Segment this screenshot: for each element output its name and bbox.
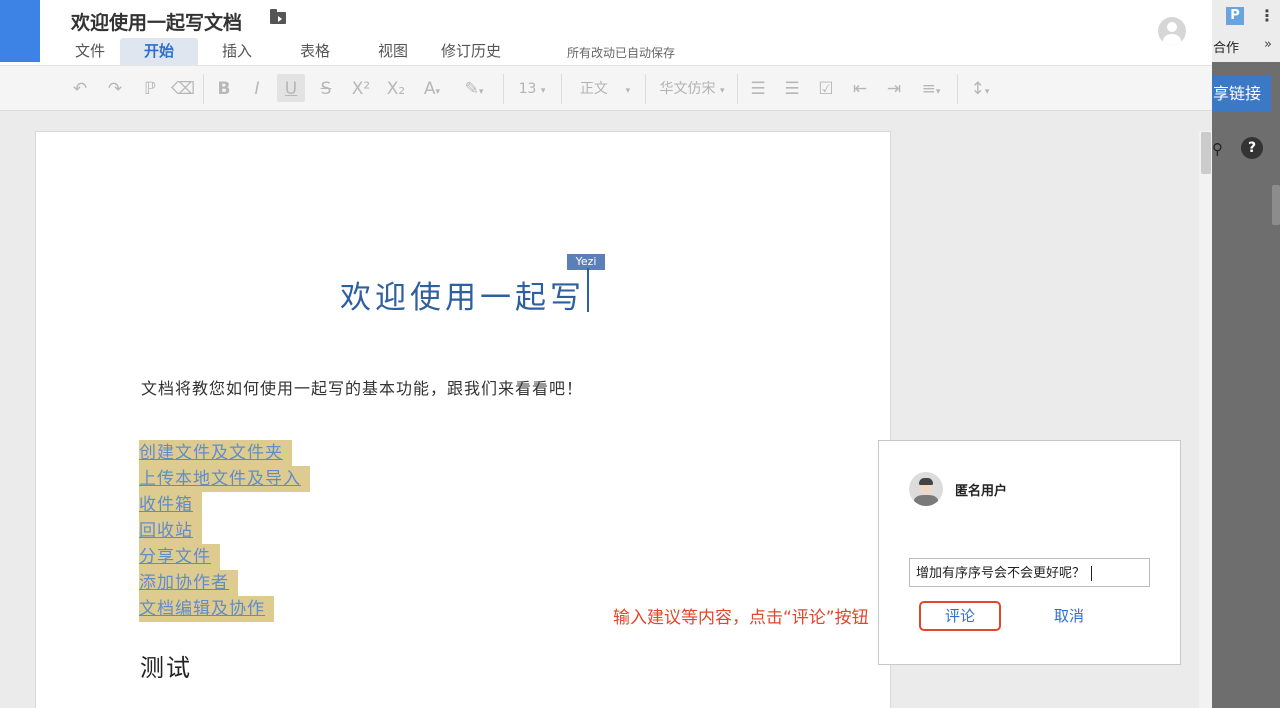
bold-icon[interactable]: B: [212, 66, 236, 112]
undo-icon[interactable]: ↶: [68, 66, 92, 112]
toolbar-divider: [957, 74, 958, 104]
doc-link-share-file[interactable]: 分享文件: [139, 544, 220, 570]
collaborate-label[interactable]: 合作: [1213, 37, 1239, 56]
doc-link-edit-collaborate[interactable]: 文档编辑及协作: [139, 596, 274, 622]
comment-input[interactable]: 增加有序序号会不会更好呢？: [909, 558, 1150, 587]
toolbar-divider: [561, 74, 562, 104]
subscript-icon[interactable]: X₂: [384, 66, 408, 112]
font-size-value: 13: [518, 81, 537, 97]
side-scrollbar-thumb[interactable]: [1272, 185, 1280, 225]
menu-table[interactable]: 表格: [276, 38, 354, 65]
top-bar: 欢迎使用一起写文档 文件 开始 插入 表格 视图 修订历史 所有改动已自动保存: [0, 0, 1212, 65]
outdent-icon[interactable]: ⇤: [848, 66, 872, 112]
redo-icon[interactable]: ↷: [103, 66, 127, 112]
strikethrough-icon[interactable]: S: [314, 66, 338, 112]
app-logo-tab[interactable]: [0, 0, 40, 62]
menu-view[interactable]: 视图: [354, 38, 432, 65]
text-cursor: [1091, 566, 1093, 582]
doc-title[interactable]: 欢迎使用一起写文档: [71, 8, 242, 35]
menu-home[interactable]: 开始: [120, 38, 198, 65]
commenter-name: 匿名用户: [955, 484, 1008, 499]
toolbar-divider: [645, 74, 646, 104]
editor-window: 欢迎使用一起写文档 文件 开始 插入 表格 视图 修订历史 所有改动已自动保存 …: [0, 0, 1212, 708]
clear-format-icon[interactable]: ⌫: [171, 66, 195, 112]
menu-bar: 文件 开始 插入 表格 视图 修订历史: [60, 38, 510, 65]
help-icon[interactable]: ?: [1241, 137, 1263, 159]
checkbox-icon[interactable]: ☑: [814, 66, 838, 112]
intro-paragraph[interactable]: 文档将教您如何使用一起写的基本功能，跟我们来看看吧！: [141, 375, 583, 399]
doc-link-create-folder[interactable]: 创建文件及文件夹: [139, 440, 292, 466]
doc-link-upload-import[interactable]: 上传本地文件及导入: [139, 466, 310, 492]
font-family-select[interactable]: 华文仿宋 ▾: [652, 66, 732, 112]
text-color-icon[interactable]: A▾: [414, 66, 450, 112]
instruction-annotation: 输入建议等内容，点击“评论”按钮: [613, 608, 869, 628]
doc-link-add-collaborator[interactable]: 添加协作者: [139, 570, 238, 596]
section-heading[interactable]: 测试: [140, 648, 192, 683]
format-toolbar: ↶ ↷ ℙ ⌫ B I U S X² X₂ A▾ ✎▾ 13 ▾ 正文 ▾ 华文…: [0, 65, 1212, 111]
comment-card: 匿名用户 增加有序序号会不会更好呢？ 评论 取消: [878, 440, 1181, 665]
scrollbar-thumb[interactable]: [1201, 132, 1211, 174]
superscript-icon[interactable]: X²: [349, 66, 373, 112]
menu-insert[interactable]: 插入: [198, 38, 276, 65]
font-family-value: 华文仿宋: [659, 81, 716, 97]
document-heading[interactable]: 欢迎使用一起写: [340, 272, 585, 317]
p-badge-icon[interactable]: P: [1226, 7, 1244, 25]
italic-icon[interactable]: I: [245, 66, 269, 112]
highlight-icon[interactable]: ✎▾: [456, 66, 492, 112]
commenter-avatar: [909, 472, 943, 506]
move-to-folder-icon[interactable]: [270, 9, 286, 24]
ordered-list-icon[interactable]: ☰: [746, 66, 770, 112]
share-link-button[interactable]: 享链接: [1212, 75, 1271, 112]
align-icon[interactable]: ≡▾: [913, 66, 949, 112]
menu-file[interactable]: 文件: [60, 38, 120, 65]
underline-icon[interactable]: U: [279, 66, 303, 112]
format-painter-icon[interactable]: ℙ: [138, 66, 162, 112]
autosave-status: 所有改动已自动保存: [567, 46, 676, 60]
bullet-list-icon[interactable]: ☰: [780, 66, 804, 112]
user-avatar[interactable]: [1158, 17, 1186, 45]
doc-link-inbox[interactable]: 收件箱: [139, 492, 202, 518]
expand-icon[interactable]: »: [1264, 37, 1272, 52]
collaborator-cursor-tag: Yezi: [567, 254, 605, 270]
indent-icon[interactable]: ⇥: [882, 66, 906, 112]
paragraph-style-select[interactable]: 正文 ▾: [570, 66, 640, 112]
font-size-select[interactable]: 13 ▾: [510, 66, 554, 112]
toolbar-divider: [203, 74, 204, 104]
toolbar-divider: [737, 74, 738, 104]
search-icon[interactable]: ⚲: [1212, 140, 1223, 158]
doc-link-recycle-bin[interactable]: 回收站: [139, 518, 202, 544]
link-list: 创建文件及文件夹 上传本地文件及导入 收件箱 回收站 分享文件 添加协作者 文档…: [139, 440, 310, 622]
menu-revision-history[interactable]: 修订历史: [432, 38, 510, 65]
line-spacing-icon[interactable]: ↕▾: [962, 66, 998, 112]
cancel-comment-button[interactable]: 取消: [1044, 601, 1094, 631]
paragraph-style-value: 正文: [579, 81, 608, 97]
collaborator-caret: [587, 268, 589, 312]
more-options-icon[interactable]: ⋮: [1259, 6, 1275, 25]
toolbar-divider: [503, 74, 504, 104]
submit-comment-button[interactable]: 评论: [919, 601, 1001, 631]
comment-input-value: 增加有序序号会不会更好呢？: [916, 565, 1086, 580]
scrollbar-track[interactable]: [1199, 131, 1212, 708]
